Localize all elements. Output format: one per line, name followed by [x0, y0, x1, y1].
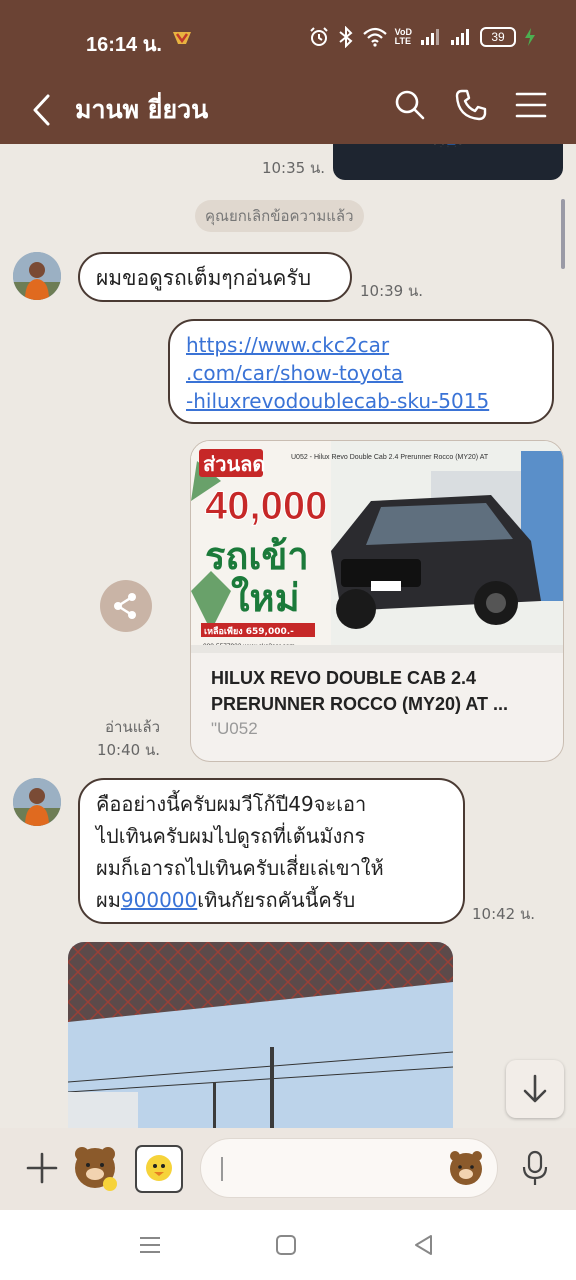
signal-icon-2: [451, 29, 469, 45]
message-time: 10:35 น.: [261, 159, 325, 177]
chat-header: มานพ ยี่ยวน: [0, 76, 576, 144]
url-link-line[interactable]: .com/car/show-toyota: [186, 361, 403, 385]
back-nav-icon[interactable]: [411, 1232, 437, 1258]
microphone-icon[interactable]: [520, 1148, 550, 1188]
home-icon[interactable]: [273, 1232, 299, 1258]
preview-image: ส่วนลด U052 - Hilux Revo Double Cab 2.4 …: [191, 441, 563, 653]
search-icon[interactable]: [393, 88, 427, 122]
menu-icon[interactable]: [514, 88, 548, 122]
scroll-to-bottom-button[interactable]: [506, 1060, 564, 1118]
status-icons: VoD LTE 39: [309, 26, 536, 48]
signal-icon: [421, 29, 439, 45]
message-input[interactable]: [200, 1138, 498, 1198]
message-time: 10:40 น.: [96, 741, 160, 759]
image-heading: U052 - Hilux Revo Double Cab 2.4 Prerunn…: [291, 454, 489, 461]
message-time: 10:42 น.: [472, 905, 536, 923]
bluetooth-icon: [339, 26, 353, 48]
back-icon[interactable]: [28, 90, 58, 130]
photo-message[interactable]: [68, 942, 453, 1128]
message-text: คืออย่างนี้ครับผมวีโก้ปี49จะเอา ไปเทินคร…: [96, 792, 384, 912]
phone-icon[interactable]: [454, 88, 488, 122]
avatar[interactable]: [13, 252, 61, 300]
avatar[interactable]: [13, 778, 61, 826]
system-navigation-bar: [0, 1210, 576, 1280]
photo-image: [68, 942, 453, 1128]
image-badge: ส่วนลด: [203, 452, 265, 476]
url-link-line[interactable]: https://www.ckc2car: [186, 333, 389, 357]
sticker-shop-icon[interactable]: [132, 1140, 188, 1196]
network-type-label: VoD LTE: [394, 27, 412, 46]
image-amount: 40,000: [205, 484, 327, 528]
message-time: 10:39 น.: [360, 282, 424, 300]
unsent-notice: คุณยกเลิกข้อความแล้ว: [195, 200, 364, 232]
image-slogan-1: รถเข้า: [205, 534, 309, 578]
share-icon: [114, 593, 136, 619]
message-input-bar: [0, 1128, 576, 1210]
message-bubble[interactable]: คืออย่างนี้ครับผมวีโก้ปี49จะเอา ไปเทินคร…: [78, 778, 465, 924]
charging-icon: [525, 28, 535, 46]
sticker-icon[interactable]: [68, 1140, 124, 1196]
battery-indicator: 39: [480, 27, 516, 47]
text-cursor: [221, 1157, 223, 1181]
message-bubble[interactable]: ผมขอดูรถเต็มๆกอ่นครับ: [78, 252, 352, 302]
link-preview-card[interactable]: ส่วนลด U052 - Hilux Revo Double Cab 2.4 …: [190, 440, 564, 762]
chat-messages[interactable]: 10:35 น. คุณยกเลิกข้อความแล้ว ผมขอดูรถเต…: [0, 144, 576, 1128]
share-button[interactable]: [100, 580, 152, 632]
link-message-bubble[interactable]: https://www.ckc2car .com/car/show-toyota…: [168, 319, 554, 424]
recent-apps-icon[interactable]: [137, 1232, 163, 1258]
image-price: เหลือเพียง 659,000.-: [204, 625, 294, 637]
status-time: 16:14 น.: [86, 34, 162, 56]
wifi-icon: [362, 27, 387, 47]
image-content: [434, 144, 462, 148]
number-link[interactable]: 900000: [121, 888, 197, 912]
notification-app-icon: [173, 32, 191, 44]
card-title: PRERUNNER ROCCO (MY20) AT ...: [211, 694, 509, 714]
card-subtitle: "U052: [211, 719, 258, 738]
plus-icon[interactable]: [24, 1148, 60, 1188]
status-bar: 16:14 น. VoD LTE 39: [0, 0, 576, 76]
card-title: HILUX REVO DOUBLE CAB 2.4: [211, 668, 477, 688]
avatar-image: [13, 252, 61, 300]
read-status: อ่านแล้ว: [105, 718, 160, 736]
url-link-line[interactable]: -hiluxrevodoublecab-sku-5015: [186, 389, 489, 413]
image-slogan-2: ใหม่: [231, 576, 300, 620]
arrow-down-icon: [523, 1074, 547, 1103]
message-text: ผมขอดูรถเต็มๆกอ่นครับ: [96, 266, 312, 290]
avatar-image: [13, 778, 61, 826]
emoji-icon[interactable]: [445, 1147, 487, 1189]
previous-image-message[interactable]: [333, 144, 563, 180]
scrollbar[interactable]: [561, 199, 565, 269]
contact-name[interactable]: มานพ ยี่ยวน: [75, 90, 208, 130]
alarm-icon: [309, 27, 328, 46]
